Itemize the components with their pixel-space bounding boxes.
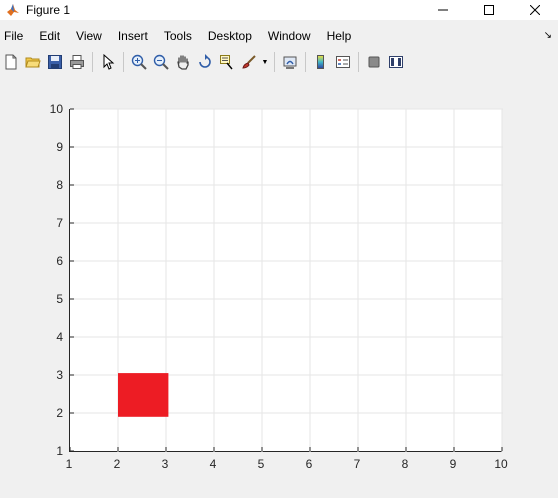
brush-icon	[242, 55, 256, 69]
axes-box[interactable]	[69, 108, 503, 452]
title-bar: Figure 1	[0, 0, 558, 20]
rotate-3d-icon	[199, 54, 211, 68]
toolbar-separator	[274, 52, 275, 72]
window-title: Figure 1	[26, 3, 71, 17]
y-tick-label: 10	[49, 102, 63, 116]
legend-icon	[336, 56, 350, 68]
x-tick-label: 2	[113, 457, 121, 471]
edit-plot-arrow-icon	[103, 54, 115, 70]
menu-bar: File Edit View Insert Tools Desktop Wind…	[0, 26, 558, 46]
x-tick-label: 10	[494, 457, 508, 471]
y-tick-label: 8	[56, 178, 63, 192]
y-tick-label: 2	[56, 406, 63, 420]
y-tick-label: 5	[56, 292, 63, 306]
minimize-icon	[438, 9, 448, 11]
show-plot-tools-icon	[389, 56, 403, 68]
menu-file[interactable]: File	[0, 29, 31, 43]
new-figure-icon	[5, 54, 17, 70]
y-tick-label: 6	[56, 254, 63, 268]
brush-button[interactable]	[238, 51, 260, 73]
open-file-button[interactable]	[22, 51, 44, 73]
plot-area	[69, 108, 503, 452]
rotate-3d-button[interactable]	[194, 51, 216, 73]
x-tick-label: 6	[305, 457, 313, 471]
menu-edit[interactable]: Edit	[34, 29, 68, 43]
x-tick-label: 1	[65, 457, 73, 471]
save-button[interactable]	[44, 51, 66, 73]
link-plot-button[interactable]	[279, 51, 301, 73]
zoom-in-icon	[131, 54, 147, 70]
x-tick-label: 7	[353, 457, 361, 471]
colorbar-icon	[317, 55, 324, 69]
save-icon	[48, 55, 62, 69]
menu-help[interactable]: Help	[322, 29, 360, 43]
x-tick-label: 4	[209, 457, 217, 471]
legend-button[interactable]	[332, 51, 354, 73]
close-button[interactable]	[512, 0, 558, 20]
toolbar-separator	[305, 52, 306, 72]
print-button[interactable]	[66, 51, 88, 73]
data-cursor-button[interactable]	[216, 51, 238, 73]
open-file-icon	[25, 57, 41, 68]
toolbar-separator	[123, 52, 124, 72]
toolbar-separator	[358, 52, 359, 72]
edit-plot-button[interactable]	[97, 51, 119, 73]
link-plot-icon	[283, 56, 297, 69]
colorbar-button[interactable]	[310, 51, 332, 73]
zoom-in-button[interactable]	[128, 51, 150, 73]
x-tick-label: 9	[449, 457, 457, 471]
y-tick-label: 7	[56, 216, 63, 230]
menu-desktop[interactable]: Desktop	[203, 29, 260, 43]
y-tick-label: 3	[56, 368, 63, 382]
zoom-out-icon	[153, 54, 169, 70]
filled-rectangle	[118, 373, 169, 417]
zoom-out-button[interactable]	[150, 51, 172, 73]
y-tick-label: 4	[56, 330, 63, 344]
minimize-button[interactable]	[420, 0, 466, 20]
hide-plot-tools-icon	[368, 56, 380, 68]
maximize-icon	[484, 5, 494, 15]
brush-dropdown-icon[interactable]: ▼	[260, 51, 270, 73]
hide-plot-tools-button[interactable]	[363, 51, 385, 73]
show-plot-tools-button[interactable]	[385, 51, 407, 73]
pan-hand-icon	[177, 55, 189, 70]
toolbar-separator	[92, 52, 93, 72]
menu-insert[interactable]: Insert	[113, 29, 156, 43]
menu-window[interactable]: Window	[263, 29, 319, 43]
close-icon	[530, 5, 540, 15]
figure-toolbar: ▼	[0, 50, 558, 74]
new-figure-button[interactable]	[0, 51, 22, 73]
data-cursor-icon	[220, 55, 233, 70]
y-tick-label: 1	[56, 444, 63, 458]
maximize-button[interactable]	[466, 0, 512, 20]
x-tick-label: 8	[401, 457, 409, 471]
print-icon	[70, 55, 84, 69]
matlab-logo-icon	[7, 4, 19, 16]
pan-button[interactable]	[172, 51, 194, 73]
x-tick-label: 3	[161, 457, 169, 471]
y-tick-label: 9	[56, 140, 63, 154]
menu-view[interactable]: View	[71, 29, 110, 43]
menu-tools[interactable]: Tools	[159, 29, 200, 43]
dock-arrow-icon[interactable]: ↘	[544, 30, 552, 41]
x-tick-label: 5	[257, 457, 265, 471]
